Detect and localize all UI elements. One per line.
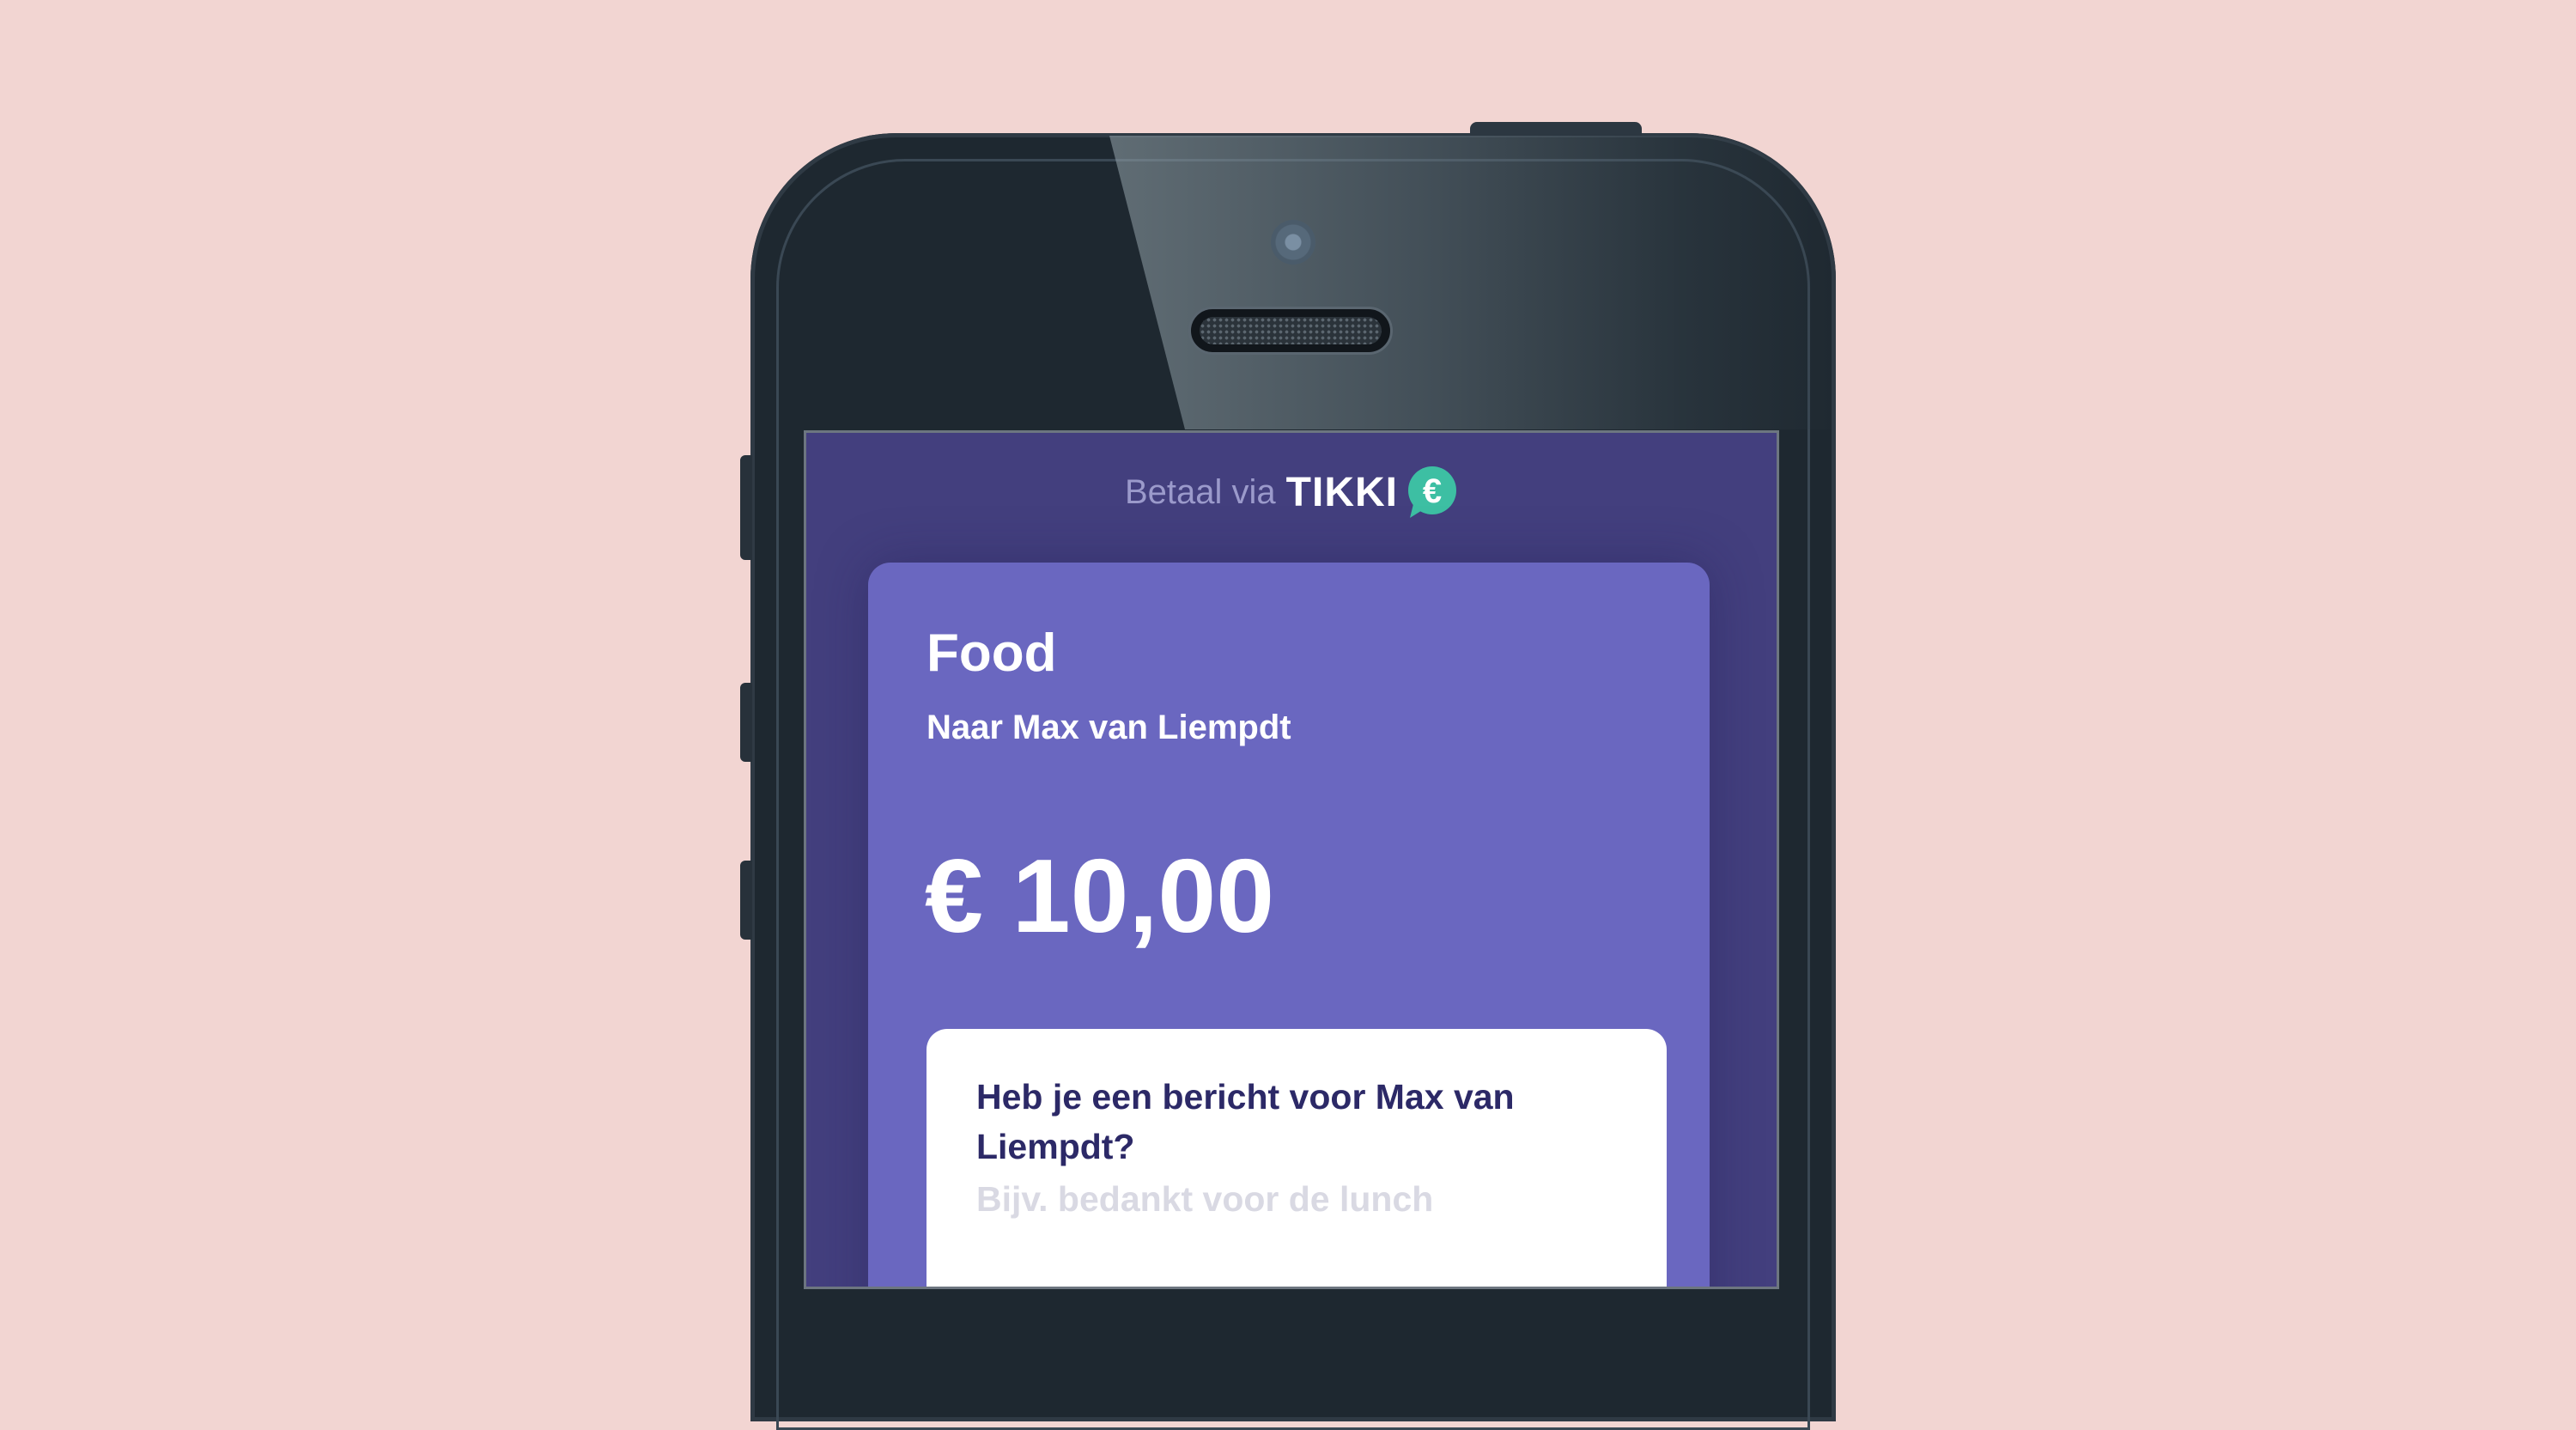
message-input[interactable] — [976, 1173, 1629, 1225]
tikkie-logo-icon: € — [1403, 465, 1458, 520]
tikkie-logo-text: TIKKI — [1285, 469, 1398, 515]
volume-down-button — [740, 861, 752, 940]
payment-amount: € 10,00 — [925, 837, 1275, 954]
mute-switch — [740, 455, 752, 560]
message-panel: Heb je een bericht voor Max van Liempdt? — [927, 1029, 1667, 1287]
header: Betaal via TIKKI € — [806, 462, 1777, 522]
app-screen: Betaal via TIKKI € Food Naar Max van Lie… — [804, 430, 1779, 1289]
front-camera — [1271, 220, 1315, 265]
header-prefix: Betaal via — [1125, 472, 1276, 511]
power-button — [1470, 122, 1642, 136]
badge-symbol: € — [1423, 472, 1442, 510]
screen-glare — [1109, 136, 1831, 429]
speaker-grille — [1200, 317, 1382, 344]
payment-recipient: Naar Max van Liempdt — [927, 709, 1291, 746]
earpiece-speaker — [1188, 307, 1393, 355]
payment-card: Food Naar Max van Liempdt € 10,00 Heb je… — [868, 563, 1710, 1287]
volume-up-button — [740, 683, 752, 762]
message-question: Heb je een bericht voor Max van Liempdt? — [976, 1077, 1515, 1166]
payment-title: Food — [927, 624, 1057, 683]
